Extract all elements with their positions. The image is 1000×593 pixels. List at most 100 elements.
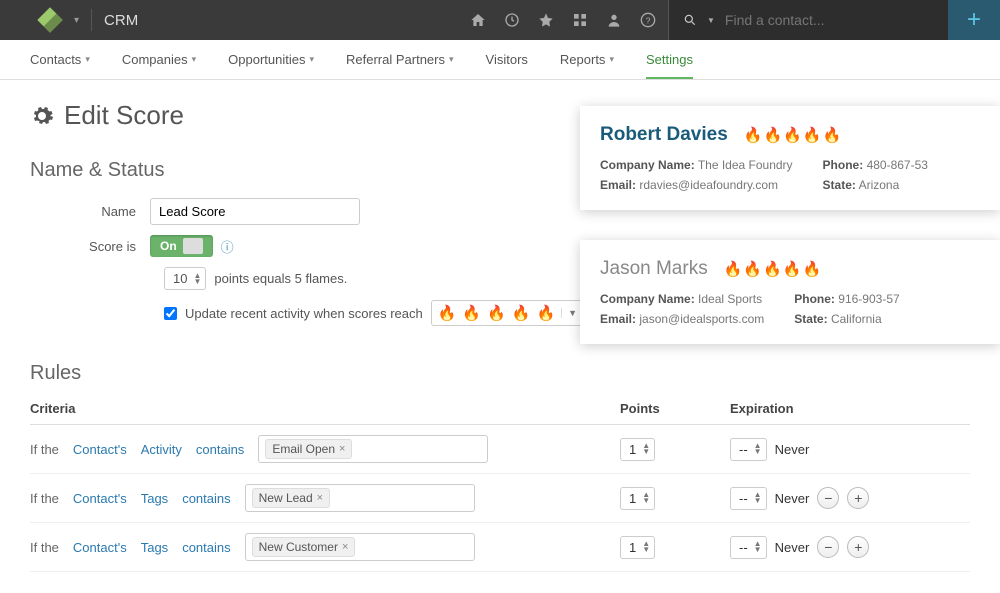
tag-pill[interactable]: New Lead× bbox=[252, 488, 330, 508]
nav-settings[interactable]: Settings bbox=[646, 52, 693, 79]
rule-field[interactable]: Activity bbox=[141, 442, 182, 457]
search-dropdown-icon[interactable]: ▼ bbox=[707, 16, 715, 25]
name-input[interactable] bbox=[150, 198, 360, 225]
contact-card: Robert Davies 🔥🔥🔥🔥🔥 Company Name: The Id… bbox=[580, 106, 1000, 210]
clock-icon[interactable] bbox=[504, 12, 520, 28]
flame-icon: 🔥 bbox=[743, 260, 762, 278]
star-icon[interactable] bbox=[538, 12, 554, 28]
name-label: Name bbox=[30, 204, 150, 219]
help-icon[interactable]: ? bbox=[640, 12, 656, 28]
section-rules: Rules bbox=[30, 362, 970, 385]
chevron-down-icon: ▾ bbox=[309, 54, 314, 65]
rule-op[interactable]: contains bbox=[182, 540, 230, 555]
chevron-down-icon: ▾ bbox=[192, 54, 197, 65]
search-box[interactable]: ▼ bbox=[668, 0, 948, 40]
expiration-spinner[interactable]: --▲▼ bbox=[730, 487, 767, 510]
expiration-spinner[interactable]: --▲▼ bbox=[730, 536, 767, 559]
remove-tag-icon[interactable]: × bbox=[317, 492, 323, 504]
never-label: Never bbox=[775, 540, 810, 555]
flame-icon: 🔥 bbox=[462, 304, 481, 322]
chevron-down-icon: ▾ bbox=[85, 54, 90, 65]
points-spinner[interactable]: 10▲▼ bbox=[164, 267, 206, 290]
flame-score: 🔥🔥🔥🔥🔥 bbox=[724, 260, 821, 278]
update-activity-label: Update recent activity when scores reach bbox=[185, 306, 423, 321]
flame-icon: 🔥 bbox=[763, 260, 782, 278]
rule-value-input[interactable]: Email Open× bbox=[258, 435, 488, 463]
nav-opportunities[interactable]: Opportunities▾ bbox=[228, 52, 314, 67]
top-icons: ? bbox=[470, 12, 668, 28]
rule-value-input[interactable]: New Lead× bbox=[245, 484, 475, 512]
app-logo[interactable] bbox=[30, 0, 70, 40]
contact-card: Jason Marks 🔥🔥🔥🔥🔥 Company Name: Ideal Sp… bbox=[580, 240, 1000, 344]
company-value: The Idea Foundry bbox=[698, 158, 793, 172]
help-icon[interactable]: ⓘ bbox=[221, 237, 234, 256]
flame-icon: 🔥 bbox=[783, 260, 802, 278]
tag-pill[interactable]: New Customer× bbox=[252, 537, 356, 557]
remove-rule-button[interactable]: − bbox=[817, 487, 839, 509]
points-spinner[interactable]: 1▲▼ bbox=[620, 536, 655, 559]
remove-tag-icon[interactable]: × bbox=[342, 541, 348, 553]
search-input[interactable] bbox=[725, 12, 934, 28]
points-text: points equals 5 flames. bbox=[214, 271, 347, 286]
chevron-down-icon: ▾ bbox=[449, 54, 454, 65]
flame-icon: 🔥 bbox=[803, 126, 822, 144]
flame-icon: 🔥 bbox=[512, 304, 531, 322]
rule-entity[interactable]: Contact's bbox=[73, 442, 127, 457]
rule-row: If the Contact's Tags contains New Custo… bbox=[30, 523, 970, 572]
flame-icon: 🔥 bbox=[802, 260, 821, 278]
add-button[interactable]: + bbox=[948, 0, 1000, 40]
flame-icon: 🔥 bbox=[783, 126, 802, 144]
divider bbox=[91, 9, 92, 31]
state-value: California bbox=[831, 312, 882, 326]
flame-icon: 🔥 bbox=[487, 304, 506, 322]
chevron-down-icon: ▾ bbox=[609, 54, 614, 65]
rule-field[interactable]: Tags bbox=[141, 491, 168, 506]
flame-icon: 🔥 bbox=[536, 304, 555, 322]
flame-threshold-select[interactable]: 🔥 🔥 🔥 🔥 🔥 ▼ bbox=[431, 300, 584, 326]
rules-section: Rules Criteria Points Expiration If the … bbox=[30, 362, 970, 572]
score-toggle[interactable]: On bbox=[150, 235, 213, 257]
svg-text:?: ? bbox=[646, 15, 651, 25]
tag-pill[interactable]: Email Open× bbox=[265, 439, 352, 459]
col-expiration: Expiration bbox=[730, 401, 970, 416]
grid-icon[interactable] bbox=[572, 12, 588, 28]
never-label: Never bbox=[775, 491, 810, 506]
app-switcher-chevron-icon[interactable]: ▾ bbox=[74, 15, 79, 26]
contact-name[interactable]: Jason Marks bbox=[600, 258, 708, 280]
never-label: Never bbox=[775, 442, 810, 457]
gear-icon bbox=[30, 104, 54, 128]
flame-icon: 🔥 bbox=[763, 126, 782, 144]
chevron-down-icon: ▼ bbox=[561, 308, 577, 318]
nav-visitors[interactable]: Visitors bbox=[486, 52, 528, 67]
remove-rule-button[interactable]: − bbox=[817, 536, 839, 558]
nav-reports[interactable]: Reports▾ bbox=[560, 52, 614, 67]
score-is-label: Score is bbox=[30, 239, 150, 254]
rule-field[interactable]: Tags bbox=[141, 540, 168, 555]
search-icon bbox=[683, 13, 697, 27]
user-icon[interactable] bbox=[606, 12, 622, 28]
flame-score: 🔥🔥🔥🔥🔥 bbox=[744, 126, 841, 144]
rule-op[interactable]: contains bbox=[196, 442, 244, 457]
points-spinner[interactable]: 1▲▼ bbox=[620, 487, 655, 510]
state-value: Arizona bbox=[859, 178, 900, 192]
contact-name[interactable]: Robert Davies bbox=[600, 124, 728, 146]
update-activity-checkbox[interactable] bbox=[164, 307, 177, 320]
home-icon[interactable] bbox=[470, 12, 486, 28]
points-spinner[interactable]: 1▲▼ bbox=[620, 438, 655, 461]
expiration-spinner[interactable]: --▲▼ bbox=[730, 438, 767, 461]
rule-op[interactable]: contains bbox=[182, 491, 230, 506]
phone-value: 916-903-57 bbox=[838, 292, 899, 306]
add-rule-button[interactable]: + bbox=[847, 487, 869, 509]
phone-value: 480-867-53 bbox=[867, 158, 928, 172]
rule-value-input[interactable]: New Customer× bbox=[245, 533, 475, 561]
nav-contacts[interactable]: Contacts▾ bbox=[30, 52, 90, 67]
remove-tag-icon[interactable]: × bbox=[339, 443, 345, 455]
col-points: Points bbox=[620, 401, 730, 416]
add-rule-button[interactable]: + bbox=[847, 536, 869, 558]
rule-entity[interactable]: Contact's bbox=[73, 491, 127, 506]
nav-referral-partners[interactable]: Referral Partners▾ bbox=[346, 52, 454, 67]
rule-entity[interactable]: Contact's bbox=[73, 540, 127, 555]
app-name: CRM bbox=[104, 12, 138, 29]
nav-companies[interactable]: Companies▾ bbox=[122, 52, 196, 67]
flame-icon: 🔥 bbox=[438, 304, 457, 322]
